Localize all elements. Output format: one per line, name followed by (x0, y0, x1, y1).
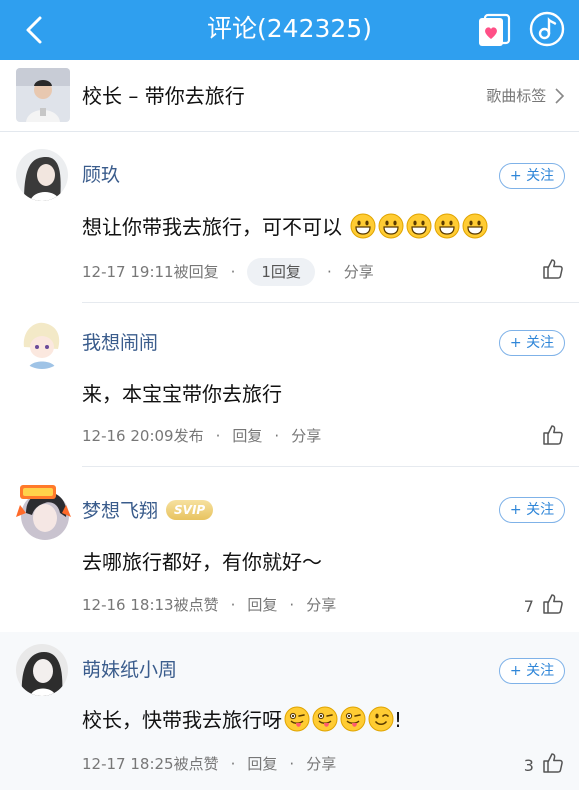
comment-username[interactable]: 梦想飞翔 SVIP (82, 497, 214, 525)
grin-emoji-icon (378, 213, 404, 239)
reply-count-button[interactable]: 1回复 (247, 258, 315, 286)
music-note-icon[interactable] (528, 10, 566, 48)
comment-time: 12-16 18:13 (82, 596, 174, 614)
comment-item: 顾玖 + 关注 想让你带我去旅行，可不可以 12-17 19:11被回复 · 1回复… (0, 133, 579, 303)
comment-meta: 12-17 18:25被点赞 · 回复 · 分享 (82, 755, 337, 773)
avatar[interactable] (16, 317, 68, 369)
comment-meta: 12-17 19:11被回复 · 1回复 · 分享 (82, 258, 374, 286)
tongue-emoji-icon (284, 706, 310, 732)
thumbs-up-icon (543, 425, 563, 445)
reply-button[interactable]: 回复 (232, 427, 262, 445)
comment-item: 我想闹闹 + 关注 来，本宝宝带你去旅行 12-16 20:09发布 · 回复 · 分享 (0, 303, 579, 467)
like-button[interactable]: 7 (524, 592, 565, 620)
like-button[interactable]: 3 (524, 751, 565, 779)
follow-button[interactable]: + 关注 (499, 163, 565, 189)
comment-meta: 12-16 20:09发布 · 回复 · 分享 (82, 427, 322, 445)
comment-text-body: 校长，快带我去旅行呀 (82, 708, 282, 732)
comment-status: 被点赞 (173, 755, 219, 773)
song-tag-link[interactable]: 歌曲标签 (486, 84, 565, 108)
top-bar: 评论(242325) (0, 0, 579, 60)
emoji-row (348, 213, 488, 239)
share-button[interactable]: 分享 (291, 427, 321, 445)
comment-status: 被点赞 (173, 596, 219, 614)
emoji-row (282, 706, 394, 732)
comment-item: 萌妹纸小周 + 关注 校长，快带我去旅行呀! 12-17 18:25被点赞 · 回复… (0, 632, 579, 790)
follow-button[interactable]: + 关注 (499, 497, 565, 523)
comment-time: 12-17 19:11 (82, 263, 174, 281)
like-button[interactable] (539, 423, 565, 451)
thumbs-up-icon (543, 259, 563, 279)
song-row[interactable]: 校长 – 带你去旅行 歌曲标签 (0, 60, 579, 132)
like-count: 7 (523, 597, 534, 616)
chevron-right-icon (555, 88, 565, 104)
grin-emoji-icon (406, 213, 432, 239)
comment-username-text: 梦想飞翔 (82, 500, 159, 522)
song-title: 校长 – 带你去旅行 (82, 84, 245, 108)
comment-time: 12-17 18:25 (82, 755, 174, 773)
comment-text: 去哪旅行都好，有你就好～ (82, 550, 322, 574)
song-cover-image (16, 68, 70, 122)
follow-button[interactable]: + 关注 (499, 658, 565, 684)
comment-status: 发布 (173, 427, 204, 445)
thumbs-up-icon (543, 594, 563, 614)
thumbs-up-icon (543, 753, 563, 773)
reply-button[interactable]: 回复 (247, 755, 277, 773)
comment-time: 12-16 20:09 (82, 427, 174, 445)
grin-emoji-icon (350, 213, 376, 239)
comment-item: 梦想飞翔 SVIP + 关注 去哪旅行都好，有你就好～ 12-16 18:13被点… (0, 467, 579, 632)
tongue-emoji-icon (312, 706, 338, 732)
like-button[interactable] (539, 257, 565, 285)
like-count: 3 (523, 756, 534, 775)
comment-text: 来，本宝宝带你去旅行 (82, 382, 282, 406)
comment-text: 想让你带我去旅行，可不可以 (82, 212, 488, 242)
comment-text-suffix: ! (394, 708, 403, 732)
comment-username[interactable]: 萌妹纸小周 (82, 656, 177, 684)
comment-text: 校长，快带我去旅行呀! (82, 705, 402, 735)
grin-emoji-icon (434, 213, 460, 239)
comment-username[interactable]: 顾玖 (82, 161, 120, 189)
share-button[interactable]: 分享 (344, 263, 374, 281)
comment-username[interactable]: 我想闹闹 (82, 329, 158, 357)
heart-card-icon[interactable] (475, 12, 513, 48)
avatar[interactable] (16, 149, 68, 201)
comment-status: 被回复 (173, 263, 219, 281)
reply-button[interactable]: 回复 (247, 596, 277, 614)
grin-emoji-icon (462, 213, 488, 239)
tongue-emoji-icon (340, 706, 366, 732)
avatar[interactable] (16, 644, 68, 696)
avatar[interactable] (14, 483, 72, 541)
song-tag-label: 歌曲标签 (486, 87, 547, 105)
wink-emoji-icon (368, 706, 394, 732)
share-button[interactable]: 分享 (306, 755, 336, 773)
share-button[interactable]: 分享 (306, 596, 336, 614)
comment-meta: 12-16 18:13被点赞 · 回复 · 分享 (82, 596, 337, 614)
svip-badge: SVIP (166, 500, 214, 520)
comment-text-body: 想让你带我去旅行，可不可以 (82, 215, 342, 239)
follow-button[interactable]: + 关注 (499, 330, 565, 356)
